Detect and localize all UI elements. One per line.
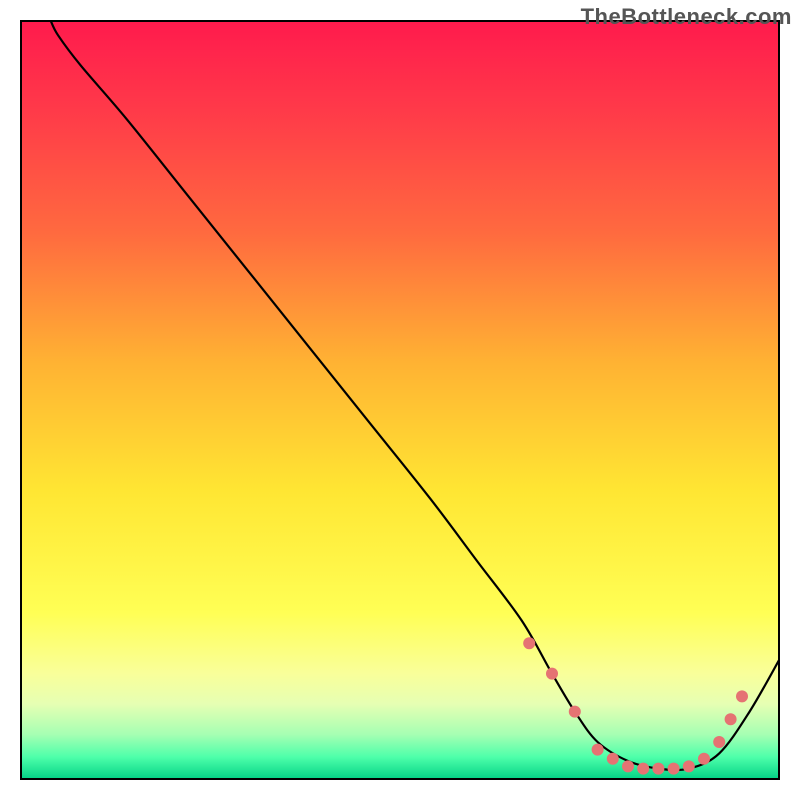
marker-dot [622,760,634,772]
marker-dot [725,713,737,725]
marker-group [523,637,748,774]
marker-dot [607,753,619,765]
marker-dot [668,763,680,775]
curve-layer [20,20,780,780]
marker-dot [592,744,604,756]
marker-dot [683,760,695,772]
marker-dot [523,637,535,649]
marker-dot [637,763,649,775]
marker-dot [652,763,664,775]
watermark-text: TheBottleneck.com [581,4,792,30]
marker-dot [569,706,581,718]
plot-area [20,20,780,780]
marker-dot [713,736,725,748]
chart-container: TheBottleneck.com [0,0,800,800]
bottleneck-curve-path [50,20,780,770]
marker-dot [736,690,748,702]
marker-dot [698,753,710,765]
marker-dot [546,668,558,680]
